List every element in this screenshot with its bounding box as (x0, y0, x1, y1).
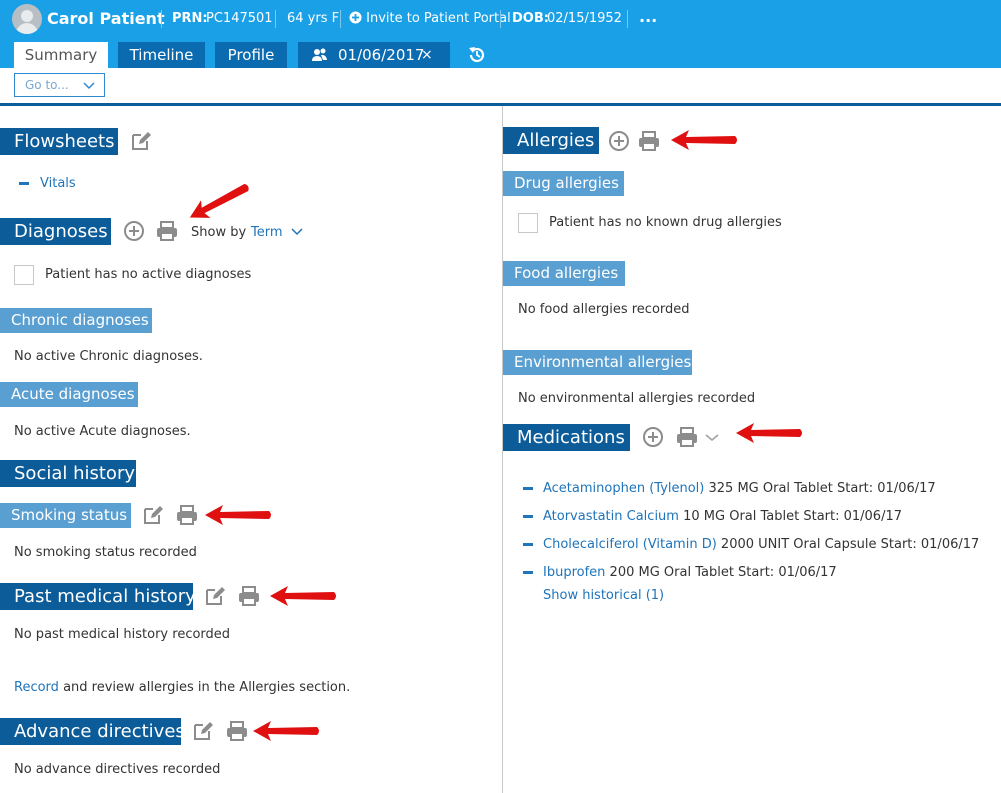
no-active-diagnoses-label: Patient has no active diagnoses (45, 267, 252, 282)
show-by-value: Term (251, 225, 283, 240)
divider (627, 10, 628, 28)
goto-label: Go to... (25, 78, 69, 92)
medication-detail: 325 MG Oral Tablet Start: 01/06/17 (708, 481, 936, 496)
prn-label: PRN: (172, 11, 208, 26)
goto-dropdown[interactable]: Go to... (14, 73, 105, 97)
medication-name-link[interactable]: Atorvastatin Calcium (543, 509, 679, 524)
subsection-title-food-allergies: Food allergies (503, 261, 625, 286)
section-title-diagnoses: Diagnoses (0, 218, 111, 245)
more-menu-button[interactable]: ... (639, 7, 657, 26)
bullet-icon (523, 487, 533, 490)
tab-encounter[interactable]: 01/06/2017 × (298, 42, 450, 68)
record-note: Record and review allergies in the Aller… (14, 680, 350, 695)
dob-value: 02/15/1952 (547, 11, 622, 26)
section-title-medications: Medications (503, 424, 630, 451)
medication-item: Ibuprofen 200 MG Oral Tablet Start: 01/0… (543, 565, 837, 580)
portal-invite-link[interactable]: Invite to Patient Portal (349, 11, 511, 26)
annotation-arrow-icon (251, 719, 321, 743)
no-known-drug-allergies-label: Patient has no known drug allergies (549, 215, 782, 230)
prn-value: PC147501 (206, 11, 273, 26)
medication-name-link[interactable]: Acetaminophen (Tylenol) (543, 481, 704, 496)
tab-profile[interactable]: Profile (215, 42, 287, 68)
annotation-arrow-icon (203, 503, 273, 527)
print-icon[interactable] (676, 426, 698, 448)
add-icon[interactable] (123, 220, 145, 242)
flowsheet-vitals-link[interactable]: Vitals (40, 176, 76, 191)
food-allergies-empty-text: No food allergies recorded (518, 302, 690, 317)
medication-item: Acetaminophen (Tylenol) 325 MG Oral Tabl… (543, 481, 936, 496)
age-sex: 64 yrs F (287, 11, 340, 26)
section-title-past-medical-history: Past medical history (0, 583, 196, 610)
annotation-arrow-icon (669, 128, 739, 152)
section-title-flowsheets: Flowsheets (0, 128, 118, 155)
environmental-allergies-empty-text: No environmental allergies recorded (518, 391, 756, 406)
patient-name[interactable]: Carol Patient (47, 9, 165, 28)
section-title-advance-directives: Advance directives (0, 718, 185, 745)
smoking-empty-text: No smoking status recorded (14, 545, 197, 560)
medication-name-link[interactable]: Ibuprofen (543, 565, 605, 580)
chevron-down-icon (83, 82, 95, 90)
section-title-allergies: Allergies (503, 127, 599, 154)
medication-item: Atorvastatin Calcium 10 MG Oral Tablet S… (543, 509, 902, 524)
edit-icon[interactable] (204, 585, 226, 607)
print-icon[interactable] (226, 720, 248, 742)
advance-directives-empty-text: No advance directives recorded (14, 762, 221, 777)
annotation-arrow-icon (182, 175, 255, 229)
past-medical-empty-text: No past medical history recorded (14, 627, 231, 642)
portal-invite-label: Invite to Patient Portal (366, 11, 511, 26)
show-by-label: Show by (191, 225, 247, 240)
print-icon[interactable] (238, 585, 260, 607)
chevron-down-icon (291, 228, 303, 236)
show-by-term-dropdown[interactable]: Term (251, 225, 303, 240)
subsection-title-chronic: Chronic diagnoses (0, 308, 152, 333)
bullet-icon (19, 182, 29, 185)
annotation-arrow-icon (734, 421, 804, 445)
bullet-icon (523, 515, 533, 518)
chronic-empty-text: No active Chronic diagnoses. (14, 349, 203, 364)
divider (500, 10, 501, 28)
tab-summary[interactable]: Summary (14, 42, 108, 68)
medication-name-link[interactable]: Cholecalciferol (Vitamin D) (543, 537, 717, 552)
edit-icon[interactable] (142, 504, 164, 526)
edit-icon[interactable] (192, 720, 214, 742)
show-historical-link[interactable]: Show historical (1) (543, 588, 664, 603)
medication-detail: 200 MG Oral Tablet Start: 01/06/17 (609, 565, 837, 580)
annotation-arrow-icon (268, 584, 338, 608)
chevron-down-icon[interactable] (705, 434, 719, 442)
medication-detail: 10 MG Oral Tablet Start: 01/06/17 (683, 509, 902, 524)
tab-timeline[interactable]: Timeline (118, 42, 205, 68)
dob-label: DOB: (512, 11, 549, 26)
bullet-icon (523, 571, 533, 574)
medication-item: Cholecalciferol (Vitamin D) 2000 UNIT Or… (543, 537, 979, 552)
patient-header: Carol Patient PRN: PC147501 64 yrs F Inv… (0, 0, 1001, 68)
people-icon (312, 48, 327, 61)
avatar-icon[interactable] (12, 4, 42, 34)
medication-detail: 2000 UNIT Oral Capsule Start: 01/06/17 (720, 537, 980, 552)
add-icon[interactable] (608, 130, 630, 152)
encounter-date: 01/06/2017 (338, 46, 425, 64)
divider (161, 10, 162, 28)
subsection-title-smoking: Smoking status (0, 503, 131, 528)
divider (0, 103, 1001, 106)
subsection-title-environmental-allergies: Environmental allergies (503, 350, 692, 375)
acute-empty-text: No active Acute diagnoses. (14, 424, 191, 439)
print-icon[interactable] (156, 220, 178, 242)
record-link[interactable]: Record (14, 680, 59, 695)
edit-icon[interactable] (130, 130, 152, 152)
subsection-title-drug-allergies: Drug allergies (503, 171, 624, 196)
divider (275, 10, 276, 28)
bullet-icon (523, 543, 533, 546)
close-icon[interactable]: × (421, 42, 433, 68)
subsection-title-acute: Acute diagnoses (0, 382, 138, 407)
no-known-drug-allergies-checkbox[interactable] (518, 213, 538, 233)
section-title-social-history: Social history (0, 460, 136, 487)
add-icon[interactable] (642, 426, 664, 448)
divider (340, 10, 341, 28)
record-note-text: and review allergies in the Allergies se… (63, 680, 351, 695)
no-active-diagnoses-checkbox[interactable] (14, 265, 34, 285)
print-icon[interactable] (638, 130, 660, 152)
print-icon[interactable] (176, 504, 198, 526)
history-icon[interactable] (467, 45, 487, 65)
plus-circle-icon (349, 11, 362, 24)
